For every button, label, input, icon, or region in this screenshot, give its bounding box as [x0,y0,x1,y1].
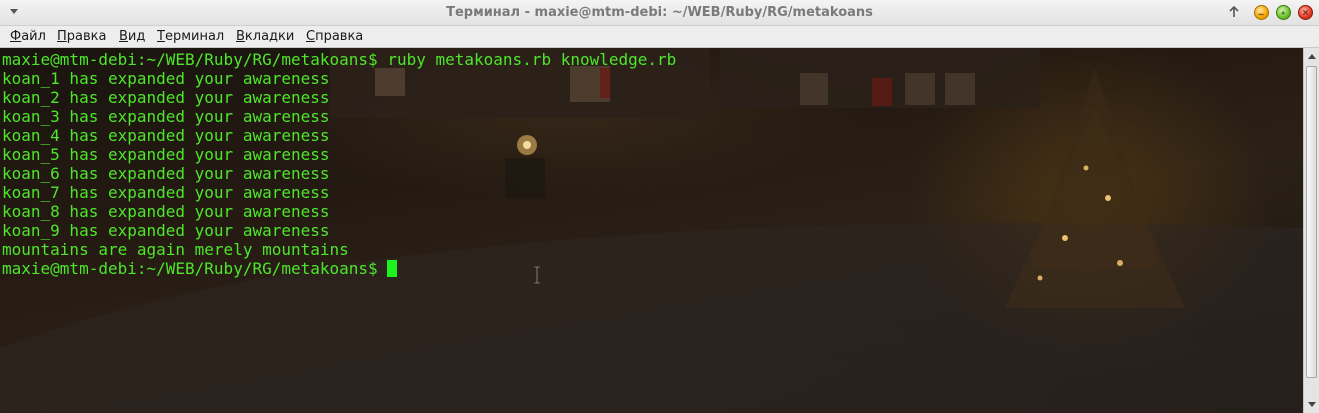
terminal-viewport[interactable]: maxie@mtm-debi:~/WEB/Ruby/RG/metakoans$ … [0,48,1303,413]
title-bar[interactable]: Терминал - maxie@mtm-debi: ~/WEB/Ruby/RG… [0,0,1319,26]
terminal-line: koan_9 has expanded your awareness [2,221,330,240]
close-button[interactable] [1298,5,1313,20]
minimize-icon [1258,13,1264,16]
menu-view[interactable]: Вид [119,29,145,44]
terminal-line: koan_6 has expanded your awareness [2,164,330,183]
terminal-line: koan_7 has expanded your awareness [2,183,330,202]
terminal-line: koan_4 has expanded your awareness [2,126,330,145]
close-icon [1302,9,1309,16]
terminal-line: koan_5 has expanded your awareness [2,145,330,164]
minimize-button[interactable] [1254,5,1269,20]
terminal-line: koan_8 has expanded your awareness [2,202,330,221]
menu-help[interactable]: Справка [306,29,363,44]
terminal-line: koan_2 has expanded your awareness [2,88,330,107]
vertical-scrollbar[interactable] [1303,48,1319,413]
arrow-up-icon[interactable] [1227,5,1241,19]
menu-bar: Файл Правка Вид Терминал Вкладки Справка [0,26,1319,48]
terminal-line: koan_1 has expanded your awareness [2,69,330,88]
terminal-line: koan_3 has expanded your awareness [2,107,330,126]
menu-terminal[interactable]: Терминал [157,29,224,44]
maximize-button[interactable] [1276,5,1291,20]
window-title: Терминал - maxie@mtm-debi: ~/WEB/Ruby/RG… [446,5,873,20]
menu-tabs[interactable]: Вкладки [236,29,294,44]
scroll-down-arrow-icon[interactable] [1306,398,1318,410]
menu-file[interactable]: Файл [10,29,46,44]
scrollbar-thumb[interactable] [1306,66,1317,378]
shell-prompt: maxie@mtm-debi:~/WEB/Ruby/RG/metakoans$ [2,259,388,278]
terminal-line: mountains are again merely mountains [2,240,349,259]
ibeam-cursor-icon [534,266,540,284]
terminal-prompt-line[interactable]: maxie@mtm-debi:~/WEB/Ruby/RG/metakoans$ [2,259,676,278]
terminal-output: maxie@mtm-debi:~/WEB/Ruby/RG/metakoans$ … [2,50,676,278]
terminal-line: maxie@mtm-debi:~/WEB/Ruby/RG/metakoans$ … [2,50,677,69]
text-cursor [387,260,398,277]
maximize-icon [1280,10,1286,15]
scroll-up-arrow-icon[interactable] [1306,51,1318,63]
menu-edit[interactable]: Правка [57,29,106,44]
terminal-window: Терминал - maxie@mtm-debi: ~/WEB/Ruby/RG… [0,0,1319,413]
